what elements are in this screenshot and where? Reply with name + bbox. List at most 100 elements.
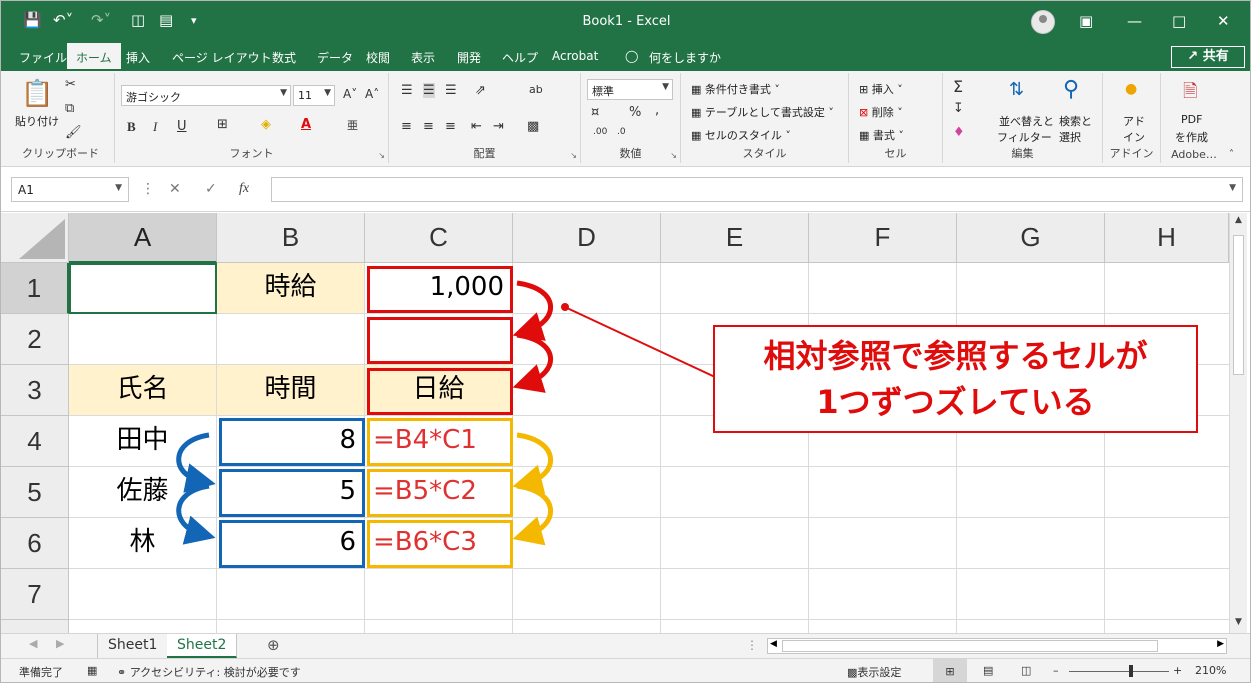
- format-as-table-button[interactable]: ▦ テーブルとして書式設定 ˅: [691, 104, 834, 120]
- filter-label[interactable]: フィルター: [997, 129, 1052, 145]
- merge-center-icon[interactable]: ▩: [527, 119, 539, 134]
- display-settings-button[interactable]: ▩表示設定: [847, 664, 901, 680]
- grow-font-icon[interactable]: A˅: [343, 87, 357, 101]
- borders-icon[interactable]: ⊞: [217, 117, 228, 132]
- zoom-in-icon[interactable]: +: [1173, 664, 1182, 677]
- scroll-up-icon[interactable]: ▲: [1232, 215, 1245, 229]
- normal-view-icon[interactable]: ⊞: [933, 659, 967, 682]
- currency-icon[interactable]: ¤: [591, 105, 599, 120]
- zoom-out-icon[interactable]: –: [1053, 664, 1059, 677]
- orientation-icon[interactable]: ⇗: [475, 83, 486, 98]
- font-color-icon[interactable]: A: [301, 117, 311, 132]
- shrink-font-icon[interactable]: A˄: [365, 87, 379, 101]
- align-top-icon[interactable]: ☰: [401, 83, 413, 98]
- pdf-icon[interactable]: 🗎: [1183, 79, 1197, 109]
- insert-function-button[interactable]: fx: [239, 181, 249, 197]
- wrap-text-icon[interactable]: ab: [529, 83, 543, 96]
- addins-icon[interactable]: ●: [1125, 81, 1137, 97]
- account-avatar[interactable]: [1031, 10, 1055, 34]
- comma-style-icon[interactable]: ,: [655, 103, 659, 118]
- phonetic-icon[interactable]: 亜: [347, 117, 358, 133]
- collapse-ribbon-icon[interactable]: ˄: [1229, 149, 1234, 160]
- align-center-icon[interactable]: ≡: [423, 119, 434, 134]
- underline-button[interactable]: U: [177, 119, 187, 134]
- tab-developer[interactable]: 開発: [457, 49, 481, 66]
- tab-data[interactable]: データ: [317, 49, 353, 66]
- fill-color-icon[interactable]: ◈: [261, 117, 271, 132]
- conditional-formatting-button[interactable]: ▦ 条件付き書式 ˅: [691, 81, 780, 97]
- autosum-icon[interactable]: Σ: [953, 77, 963, 96]
- formula-input[interactable]: ▼: [271, 177, 1243, 202]
- scroll-right-icon[interactable]: ▶: [1217, 639, 1224, 649]
- percent-button[interactable]: %: [629, 105, 641, 120]
- tab-help[interactable]: ヘルプ: [502, 49, 538, 66]
- tab-acrobat[interactable]: Acrobat: [552, 49, 598, 63]
- close-icon[interactable]: ✕: [1217, 12, 1230, 30]
- next-sheet-icon[interactable]: ▶: [56, 637, 64, 650]
- align-bottom-icon[interactable]: ☰: [445, 83, 457, 98]
- font-name-select[interactable]: 游ゴシック ▼: [121, 85, 291, 106]
- name-box[interactable]: A1 ▼: [11, 177, 129, 202]
- worksheet-grid[interactable]: A B C D E F G H 1 2 3 4 5 6 7 8 時給 1,000…: [1, 213, 1229, 633]
- macro-record-icon[interactable]: ▦: [87, 664, 97, 677]
- cell-styles-button[interactable]: ▦ セルのスタイル ˅: [691, 127, 791, 143]
- scroll-down-icon[interactable]: ▼: [1232, 617, 1245, 631]
- sheet-tab-sheet2[interactable]: Sheet2: [167, 634, 238, 658]
- addins-label-1[interactable]: アド: [1123, 113, 1145, 129]
- tab-formulas[interactable]: 数式: [272, 49, 296, 66]
- vertical-scroll-thumb[interactable]: [1233, 235, 1244, 375]
- cut-icon[interactable]: ✂: [65, 77, 76, 92]
- bold-button[interactable]: B: [127, 119, 136, 135]
- scroll-left-icon[interactable]: ◀: [770, 639, 777, 649]
- zoom-slider-thumb[interactable]: [1129, 665, 1133, 677]
- align-right-icon[interactable]: ≡: [445, 119, 456, 134]
- tab-home[interactable]: ホーム: [67, 43, 121, 71]
- accessibility-status[interactable]: ⚭ アクセシビリティ: 検討が必要です: [117, 664, 301, 680]
- increase-decimal-icon[interactable]: .00: [593, 127, 607, 137]
- zoom-level[interactable]: 210%: [1195, 664, 1226, 677]
- find-select-label[interactable]: 検索と: [1059, 113, 1092, 129]
- clear-icon[interactable]: ♦: [953, 125, 965, 140]
- tab-view[interactable]: 表示: [411, 49, 435, 66]
- maximize-icon[interactable]: □: [1172, 12, 1186, 30]
- paste-label[interactable]: 貼り付け: [15, 113, 59, 129]
- select-label[interactable]: 選択: [1059, 129, 1081, 145]
- tab-page-layout[interactable]: ページ レイアウト: [172, 49, 272, 66]
- number-format-select[interactable]: 標準 ▼: [587, 79, 673, 100]
- prev-sheet-icon[interactable]: ◀: [29, 637, 37, 650]
- share-button[interactable]: ↗ 共有: [1171, 46, 1245, 68]
- decrease-decimal-icon[interactable]: .0: [617, 127, 626, 137]
- search-icon[interactable]: ⚲: [1063, 77, 1079, 102]
- create-pdf-label-2[interactable]: を作成: [1175, 129, 1208, 145]
- format-cells-button[interactable]: ▦ 書式 ˅: [859, 127, 904, 143]
- align-left-icon[interactable]: ≡: [401, 119, 412, 134]
- fill-icon[interactable]: ↧: [953, 101, 964, 116]
- format-painter-icon[interactable]: 🖌: [65, 125, 82, 140]
- horizontal-scrollbar[interactable]: ◀ ▶: [767, 638, 1227, 654]
- sheet-tab-sheet1[interactable]: Sheet1: [97, 634, 169, 658]
- tell-me-search[interactable]: 何をしますか: [649, 49, 721, 66]
- add-sheet-icon[interactable]: ⊕: [267, 636, 280, 654]
- minimize-icon[interactable]: —: [1127, 12, 1142, 30]
- sort-filter-label[interactable]: 並べ替えと: [999, 113, 1054, 129]
- tab-file[interactable]: ファイル: [19, 49, 67, 66]
- insert-cells-button[interactable]: ⊞ 挿入 ˅: [859, 81, 903, 97]
- vertical-scrollbar[interactable]: ▲ ▼: [1229, 213, 1247, 633]
- sort-filter-icon[interactable]: ⇅: [1009, 79, 1024, 100]
- enter-icon[interactable]: ✓: [205, 181, 217, 197]
- ribbon-display-icon[interactable]: ▣: [1079, 12, 1093, 30]
- decrease-indent-icon[interactable]: ⇤: [471, 119, 482, 134]
- create-pdf-label-1[interactable]: PDF: [1181, 113, 1202, 126]
- copy-icon[interactable]: ⧉: [65, 101, 74, 116]
- font-size-select[interactable]: 11 ▼: [293, 85, 335, 106]
- page-layout-view-icon[interactable]: ▤: [983, 664, 993, 677]
- cancel-icon[interactable]: ✕: [169, 181, 181, 197]
- italic-button[interactable]: I: [153, 119, 157, 135]
- increase-indent-icon[interactable]: ⇥: [493, 119, 504, 134]
- horizontal-scroll-thumb[interactable]: [782, 640, 1158, 652]
- delete-cells-button[interactable]: ⊠ 削除 ˅: [859, 104, 903, 120]
- align-middle-icon[interactable]: ☰: [423, 83, 435, 98]
- addins-label-2[interactable]: イン: [1123, 129, 1145, 145]
- tab-review[interactable]: 校閲: [366, 49, 390, 66]
- page-break-view-icon[interactable]: ◫: [1021, 664, 1031, 677]
